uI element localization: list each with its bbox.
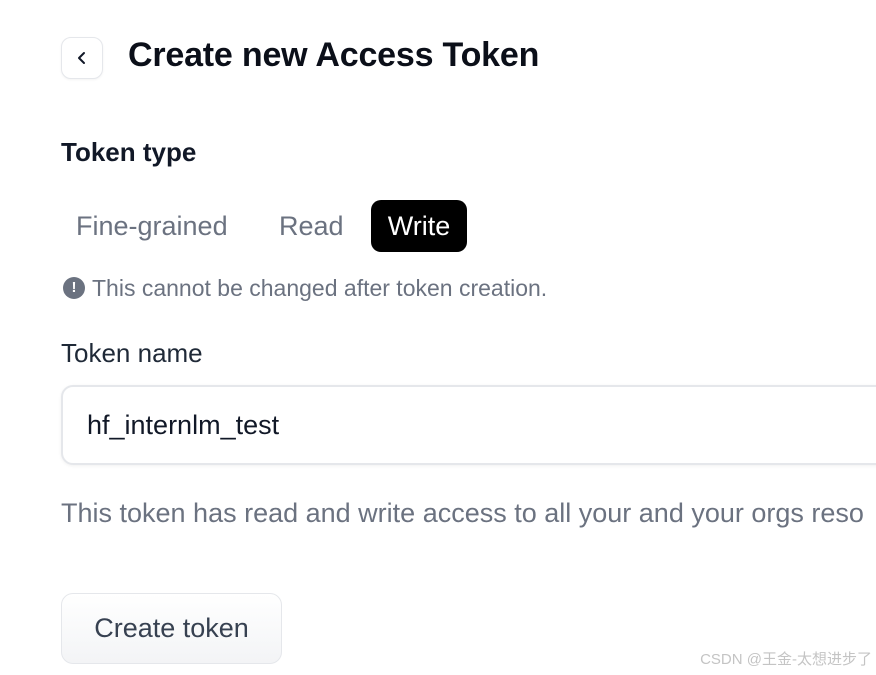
create-token-button[interactable]: Create token [61, 593, 282, 664]
exclamation-circle-icon: ! [63, 277, 85, 299]
create-token-page: Create new Access Token Token type Fine-… [0, 0, 876, 675]
token-type-label: Token type [61, 137, 197, 167]
token-type-read-tab[interactable]: Read [279, 200, 344, 252]
page-title: Create new Access Token [128, 36, 540, 74]
access-description: This token has read and write access to … [61, 498, 864, 528]
back-button[interactable] [61, 37, 103, 79]
warning-text: This cannot be changed after token creat… [92, 274, 548, 301]
chevron-left-icon [78, 52, 85, 64]
token-type-warning: ! This cannot be changed after token cre… [63, 273, 547, 303]
token-name-label: Token name [61, 338, 203, 368]
token-type-fine-grained-tab[interactable]: Fine-grained [76, 200, 228, 252]
token-type-write-tab[interactable]: Write [371, 200, 467, 252]
watermark: CSDN @王金-太想进步了 [700, 651, 872, 668]
token-name-input[interactable] [61, 385, 876, 465]
